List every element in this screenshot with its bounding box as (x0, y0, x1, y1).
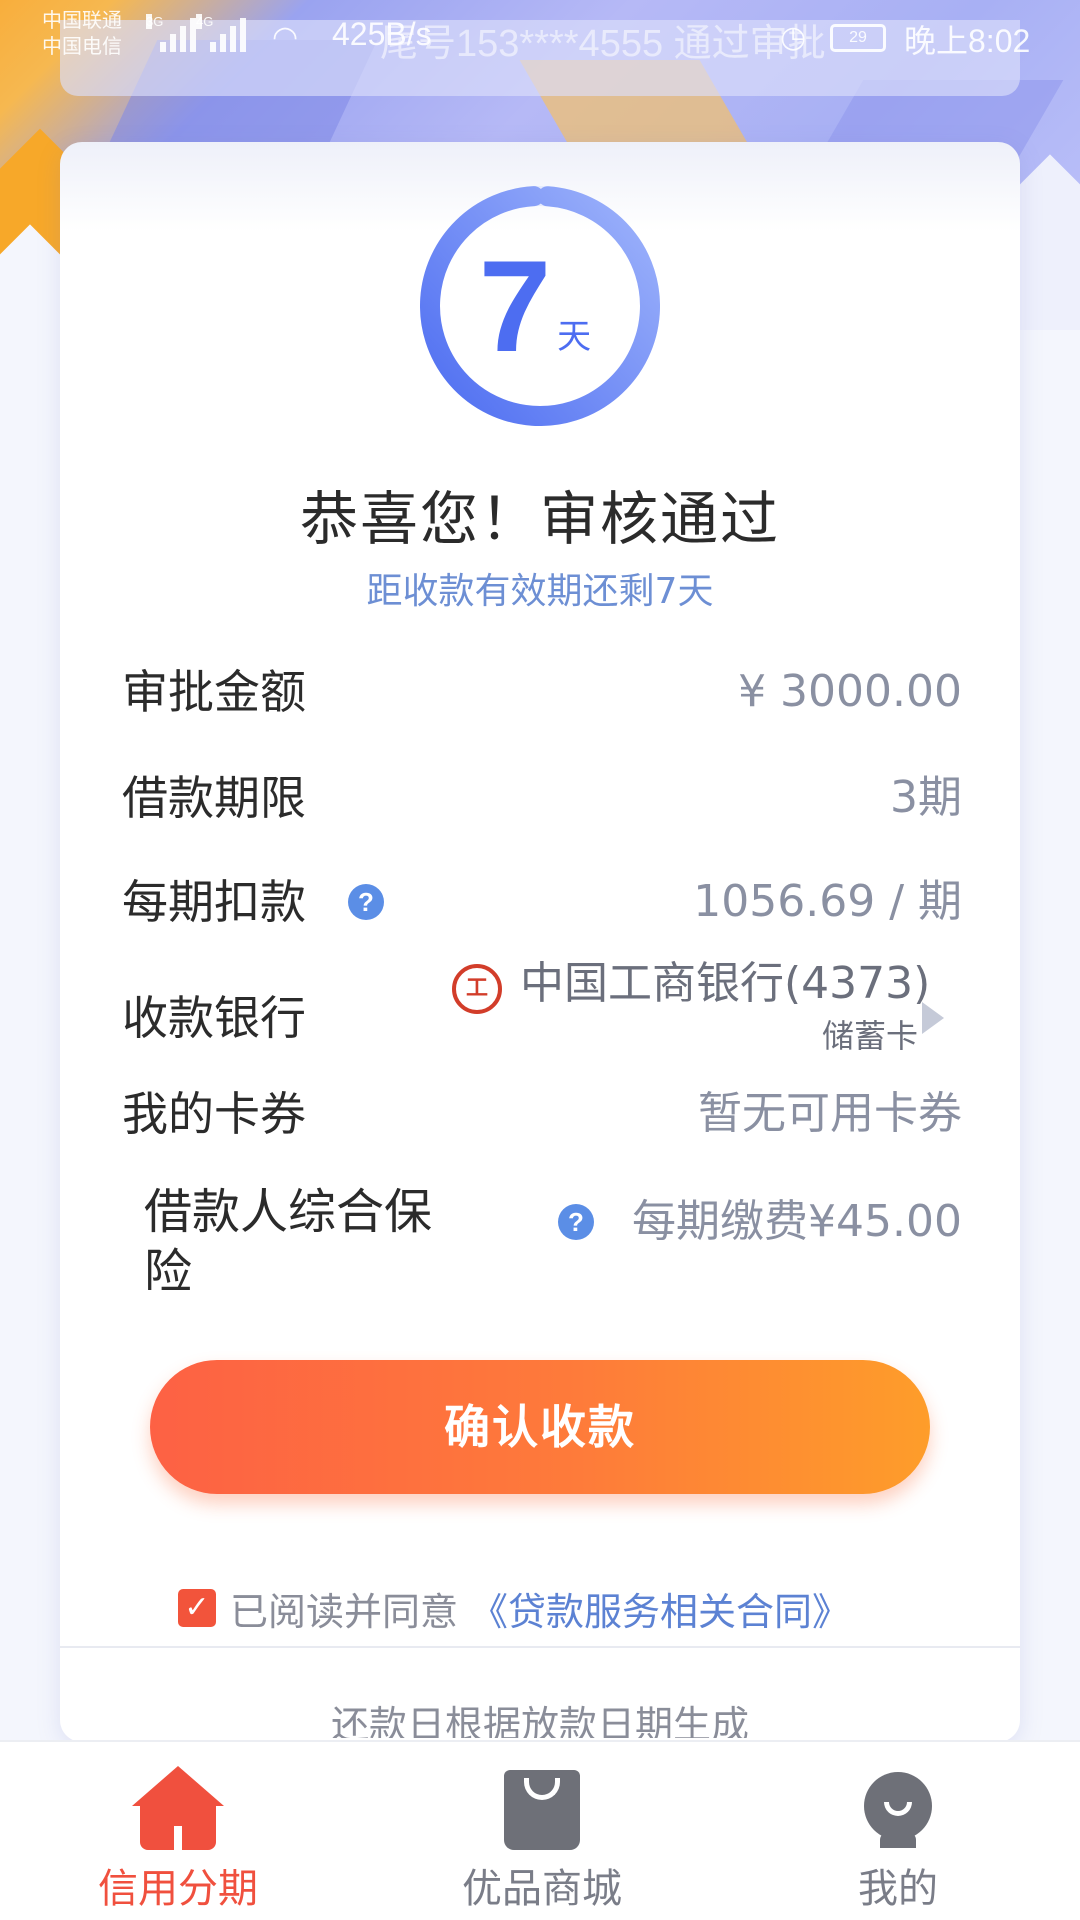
page-title: 恭喜您！审核通过 (299, 485, 780, 553)
nav-item-profile[interactable]: 我的 (768, 1742, 1028, 1920)
row-installment: 每期扣款 ? 1056.69 / 期 (122, 862, 962, 942)
installment-label: 每期扣款 (122, 875, 306, 929)
receiving-bank-label: 收款银行 (122, 991, 306, 1045)
signal-3g-icon: 3G (146, 14, 196, 52)
chevron-right-icon[interactable] (922, 1002, 944, 1034)
nav-label-profile: 我的 (858, 1866, 938, 1912)
status-bar: 中国联通 中国电信 3G 4G ◠ 尾号153****4555 通过审批 425… (0, 0, 1080, 76)
row-loan-term: 借款期限 3期 (122, 758, 962, 838)
agreement-row: ✓ 已阅读并同意 《贷款服务相关合同》 (178, 1578, 850, 1638)
approval-card: 7 天 恭喜您！审核通过 距收款有效期还剩7天 审批金额 ¥ 3000.00 借… (60, 142, 1020, 1742)
row-coupons[interactable]: 我的卡券 暂无可用卡券 (122, 1074, 962, 1154)
alarm-icon: ◷ (780, 21, 807, 54)
nav-label-installment: 信用分期 (98, 1866, 258, 1912)
installment-value: 1056.69 / 期 (693, 876, 962, 927)
insurance-help-icon[interactable]: ? (558, 1204, 594, 1240)
divider (60, 1646, 1020, 1648)
carrier-2: 中国电信 (42, 36, 122, 58)
validity-subtitle: 距收款有效期还剩7天 (366, 571, 714, 612)
coupons-label: 我的卡券 (122, 1087, 306, 1141)
approved-amount-label: 审批金额 (122, 665, 306, 719)
clock: 晚上8:02 (904, 23, 1031, 59)
profile-icon (864, 1772, 932, 1848)
nav-item-installment[interactable]: 信用分期 (48, 1742, 308, 1920)
row-insurance: 借款人综合保险 ? 每期缴费¥45.00 (122, 1182, 962, 1292)
home-icon (132, 1766, 224, 1850)
bag-icon (504, 1770, 580, 1850)
countdown-value: 7 天 (420, 186, 660, 426)
insurance-value: 每期缴费¥45.00 (632, 1196, 962, 1247)
insurance-label: 借款人综合保险 (144, 1184, 433, 1290)
bank-card-type: 储蓄卡 (822, 1017, 919, 1050)
carrier-1: 中国联通 (42, 10, 122, 32)
agreement-text: 已阅读并同意 (230, 1589, 459, 1634)
icbc-logo-icon: 工 (452, 964, 502, 1014)
wifi-icon: ◠ (272, 21, 299, 54)
row-receiving-bank[interactable]: 收款银行 工 中国工商银行(4373) 储蓄卡 (122, 958, 962, 1068)
countdown-days: 7 (478, 233, 552, 379)
countdown-ring: 7 天 (420, 186, 660, 426)
network-speed: 425B/s (332, 16, 432, 52)
bottom-nav: 信用分期 优品商城 我的 (0, 1740, 1080, 1920)
signal-icons: 3G 4G (146, 14, 246, 52)
bank-name: 中国工商银行(4373) (520, 958, 931, 1009)
loan-term-value: 3期 (890, 772, 962, 823)
loan-term-label: 借款期限 (122, 771, 306, 825)
approved-amount-value: ¥ 3000.00 (738, 666, 962, 717)
agreement-checkbox[interactable]: ✓ (178, 1589, 216, 1627)
repayment-footnote: 还款日根据放款日期生成 (330, 1703, 749, 1738)
confirm-receipt-button[interactable]: 确认收款 (150, 1360, 930, 1494)
nav-label-mall: 优品商城 (462, 1866, 622, 1912)
carrier-info: 中国联通 中国电信 (42, 8, 122, 60)
notification-text: 尾号153****4555 通过审批 (380, 23, 826, 65)
installment-help-icon[interactable]: ? (348, 884, 384, 920)
row-approved-amount: 审批金额 ¥ 3000.00 (122, 652, 962, 732)
countdown-unit: 天 (557, 316, 592, 357)
signal-4g-icon: 4G (196, 14, 246, 52)
contract-link[interactable]: 《贷款服务相关合同》 (470, 1581, 850, 1636)
battery-icon: 29 (830, 24, 886, 52)
nav-item-mall[interactable]: 优品商城 (412, 1742, 672, 1920)
coupons-value: 暂无可用卡券 (698, 1088, 962, 1139)
